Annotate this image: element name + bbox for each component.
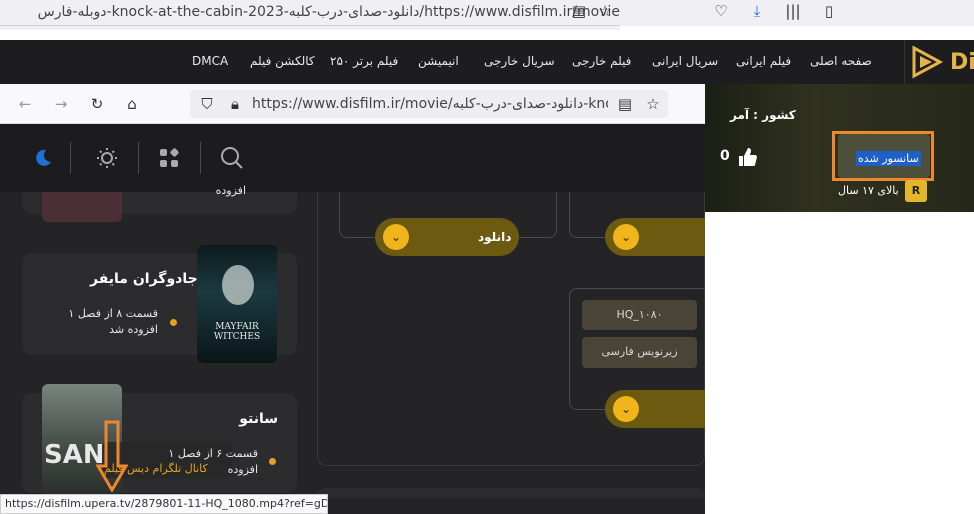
dark-mode-moon-icon[interactable] bbox=[32, 147, 54, 169]
item-episode: قسمت ۸ از فصل ۱ bbox=[68, 307, 158, 320]
like-count: 0 bbox=[720, 148, 730, 164]
poster-face bbox=[222, 265, 254, 305]
download-label: دانلود bbox=[478, 230, 512, 244]
nav-foreign-movies[interactable]: فیلم خارجی bbox=[572, 54, 631, 68]
bookmark-star-icon[interactable]: ☆ bbox=[594, 0, 616, 22]
back-arrow-icon[interactable]: ← bbox=[14, 93, 36, 115]
divider bbox=[200, 142, 201, 174]
nav-iranian-movies[interactable]: فیلم ایرانی bbox=[736, 54, 791, 68]
library-icon[interactable]: ||| bbox=[782, 0, 804, 22]
nav-iranian-series[interactable]: سریال ایرانی bbox=[652, 54, 718, 68]
age-rating-label: بالای ۱۷ سال bbox=[838, 184, 899, 197]
forward-arrow-icon[interactable]: → bbox=[50, 93, 72, 115]
chevron-down-icon[interactable]: ⌄ bbox=[613, 224, 639, 250]
back-page-gap bbox=[620, 26, 974, 40]
subtitle-option[interactable]: زیرنویس فارسی bbox=[582, 337, 697, 368]
like-thumb-icon[interactable] bbox=[736, 146, 758, 168]
reader-view-icon-front[interactable]: ▤ bbox=[614, 93, 636, 115]
back-address-bar[interactable]: https://www.disfilm.ir/movie/دانلود-صدای… bbox=[0, 0, 620, 26]
pocket-icon[interactable]: ♡ bbox=[710, 0, 732, 22]
item-title[interactable]: جادوگران مایفر bbox=[90, 271, 198, 287]
nav-dmca[interactable]: DMCA bbox=[192, 54, 228, 68]
shield-icon[interactable]: ⛉ bbox=[196, 93, 218, 115]
nav-home[interactable]: صفحه اصلی bbox=[810, 54, 872, 68]
bookmark-star-icon-front[interactable]: ☆ bbox=[642, 93, 664, 115]
item-title[interactable]: سانتو bbox=[200, 411, 278, 427]
nav-animation[interactable]: انیمیشن bbox=[418, 54, 459, 68]
chevron-down-icon[interactable]: ⌄ bbox=[613, 396, 639, 422]
country-label: کشور : آمر bbox=[730, 108, 796, 122]
nav-top-250[interactable]: ۲۵۰ فیلم برتر bbox=[330, 54, 398, 68]
sidebar-icon[interactable]: ▯ bbox=[818, 0, 840, 22]
divider bbox=[70, 142, 71, 174]
poster-title-text: MAYFAIR WITCHES bbox=[213, 322, 261, 342]
status-bar-link-url: https://disfilm.upera.tv/2879801-11-HQ_1… bbox=[0, 494, 328, 514]
divider bbox=[138, 142, 139, 174]
categories-grid-icon[interactable] bbox=[158, 147, 180, 169]
age-rating-badge: R bbox=[905, 180, 927, 202]
blank-area bbox=[705, 212, 974, 514]
item-status: افزوده bbox=[215, 184, 246, 197]
home-icon[interactable]: ⌂ bbox=[121, 93, 143, 115]
item-status: افزوده شد bbox=[109, 323, 158, 336]
next-panel bbox=[317, 488, 705, 498]
reader-view-icon[interactable]: ▤ bbox=[568, 0, 590, 22]
poster-thumbnail bbox=[42, 192, 122, 222]
item-episode: قسمت ۶ از فصل ۱ bbox=[168, 447, 258, 460]
search-icon[interactable] bbox=[220, 146, 244, 170]
new-dot bbox=[170, 319, 177, 326]
logo-icon bbox=[912, 45, 944, 79]
logo-text: Di bbox=[950, 50, 974, 75]
chevron-down-icon[interactable]: ⌄ bbox=[383, 224, 409, 250]
reload-icon[interactable]: ↻ bbox=[86, 93, 108, 115]
nav-collections[interactable]: کالکشن فیلم bbox=[250, 54, 315, 68]
new-dot bbox=[269, 458, 276, 465]
quality-option[interactable]: HQ_۱۰۸۰ bbox=[582, 300, 697, 330]
lock-icon: 🔒︎ bbox=[231, 95, 239, 113]
censor-status-label: سانسور شده bbox=[856, 151, 921, 166]
light-mode-sun-icon[interactable] bbox=[96, 147, 118, 169]
downloads-icon[interactable]: ⤓ bbox=[746, 0, 768, 22]
nav-foreign-series[interactable]: سریال خارجی bbox=[484, 54, 555, 68]
annotation-down-arrow-icon bbox=[96, 420, 128, 492]
front-url-text: https://www.disfilm.ir/movie/دانلود-صدای… bbox=[252, 96, 608, 112]
